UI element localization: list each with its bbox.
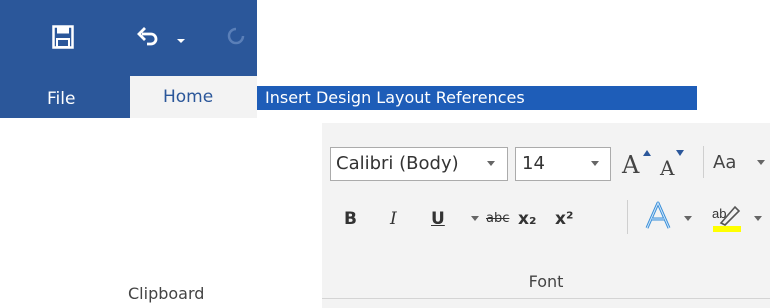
- clipboard-group-label: Clipboard: [128, 284, 205, 303]
- grow-arrow-icon: [643, 150, 651, 156]
- italic-button[interactable]: I: [390, 204, 397, 234]
- text-effects-dropdown-icon[interactable]: [683, 215, 693, 223]
- highlight-icon[interactable]: ab: [711, 201, 743, 233]
- separator: [703, 146, 704, 178]
- change-case-dropdown-icon[interactable]: [756, 159, 766, 167]
- underline-button[interactable]: U: [431, 204, 445, 234]
- subscript-button[interactable]: x₂: [518, 204, 536, 234]
- superscript-button[interactable]: x²: [555, 204, 573, 234]
- text-effects-icon[interactable]: [644, 200, 672, 232]
- ribbon-tabs-strip[interactable]: Insert Design Layout References: [257, 86, 697, 110]
- shrink-arrow-icon: [676, 150, 684, 156]
- tab-file[interactable]: File: [0, 80, 130, 118]
- save-icon[interactable]: [52, 25, 74, 49]
- font-size-value: 14: [522, 153, 545, 174]
- bold-button[interactable]: B: [344, 204, 357, 234]
- strikethrough-button[interactable]: abc: [486, 204, 509, 234]
- font-name-dropdown-icon[interactable]: [486, 160, 496, 168]
- redo-icon[interactable]: [224, 24, 248, 48]
- undo-dropdown-icon[interactable]: [176, 36, 186, 46]
- separator: [627, 200, 628, 234]
- font-group-divider: [322, 298, 770, 299]
- tab-home[interactable]: Home: [130, 76, 257, 118]
- undo-icon[interactable]: [136, 24, 160, 48]
- font-name-value: Calibri (Body): [336, 153, 459, 174]
- change-case-button[interactable]: Aa: [713, 145, 736, 181]
- font-size-dropdown-icon[interactable]: [590, 160, 600, 168]
- highlight-dropdown-icon[interactable]: [753, 215, 763, 223]
- underline-dropdown-icon[interactable]: [470, 215, 480, 223]
- font-group-label: Font: [528, 272, 564, 291]
